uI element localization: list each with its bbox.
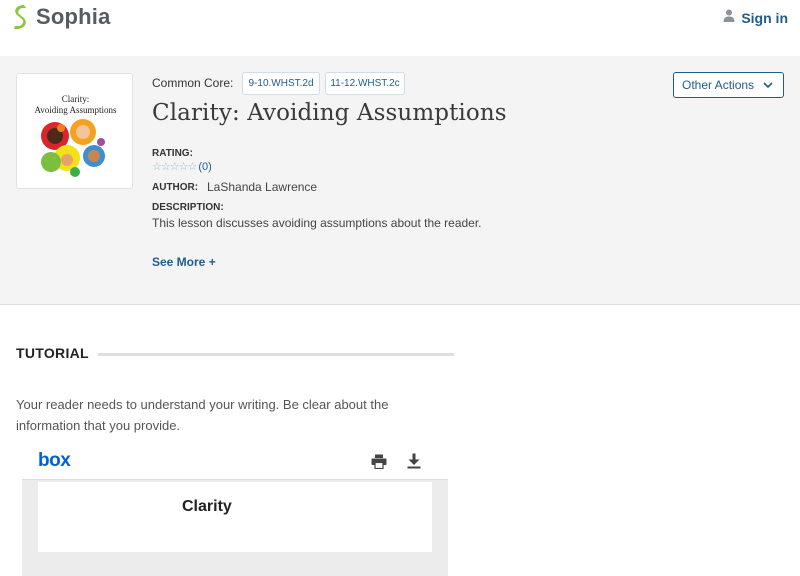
lesson-title: Clarity: Avoiding Assumptions (152, 100, 507, 126)
lesson-info-panel: Clarity: Avoiding Assumptions Common Cor… (0, 56, 800, 305)
tutorial-heading: TUTORIAL (16, 345, 89, 361)
sophia-logo[interactable]: Sophia (10, 4, 111, 30)
rating[interactable]: ☆☆☆☆☆ (0) (152, 160, 212, 174)
lesson-thumbnail: Clarity: Avoiding Assumptions (16, 73, 133, 189)
author-name: LaShanda Lawrence (207, 180, 318, 194)
print-icon[interactable] (371, 454, 387, 474)
thumbnail-title-line-2: Avoiding Assumptions (34, 105, 117, 115)
user-icon (723, 9, 735, 27)
rating-count[interactable]: (0) (198, 161, 211, 173)
tutorial-divider (98, 353, 454, 356)
standard-tag-2[interactable]: 11-12.WHST.2c (325, 72, 405, 95)
other-actions-dropdown[interactable]: Other Actions (673, 72, 784, 98)
description-label: DESCRIPTION: (152, 202, 224, 213)
thumbnail-title: Clarity: Avoiding Assumptions (17, 94, 134, 116)
see-more-link[interactable]: See More + (152, 255, 216, 269)
top-header: Sophia Sign in (0, 0, 800, 56)
document-page-text: Clarity (182, 498, 232, 515)
document-page (38, 482, 432, 552)
logo-text: Sophia (36, 4, 111, 29)
sign-in-button[interactable]: Sign in (723, 9, 788, 27)
box-toolbar: box (22, 446, 448, 479)
standard-tag-1[interactable]: 9-10.WHST.2d (242, 72, 320, 95)
rating-label: RATING: (152, 148, 193, 159)
chevron-down-icon (763, 76, 773, 94)
other-actions-label: Other Actions (682, 78, 755, 92)
sophia-logo-icon (10, 4, 32, 30)
lesson-description: This lesson discusses avoiding assumptio… (152, 216, 482, 230)
tutorial-intro: Your reader needs to understand your wri… (16, 397, 389, 433)
sign-in-label: Sign in (741, 10, 788, 26)
box-embed-viewer: box Clarity (22, 446, 448, 576)
rating-stars-icon: ☆☆☆☆☆ (152, 161, 197, 173)
download-icon[interactable] (407, 453, 421, 474)
common-core-label: Common Core: (152, 76, 234, 90)
author-label: AUTHOR: (152, 182, 199, 193)
gears-illustration (41, 119, 105, 177)
thumbnail-title-line-1: Clarity: (61, 94, 90, 104)
box-logo[interactable]: box (38, 450, 71, 472)
